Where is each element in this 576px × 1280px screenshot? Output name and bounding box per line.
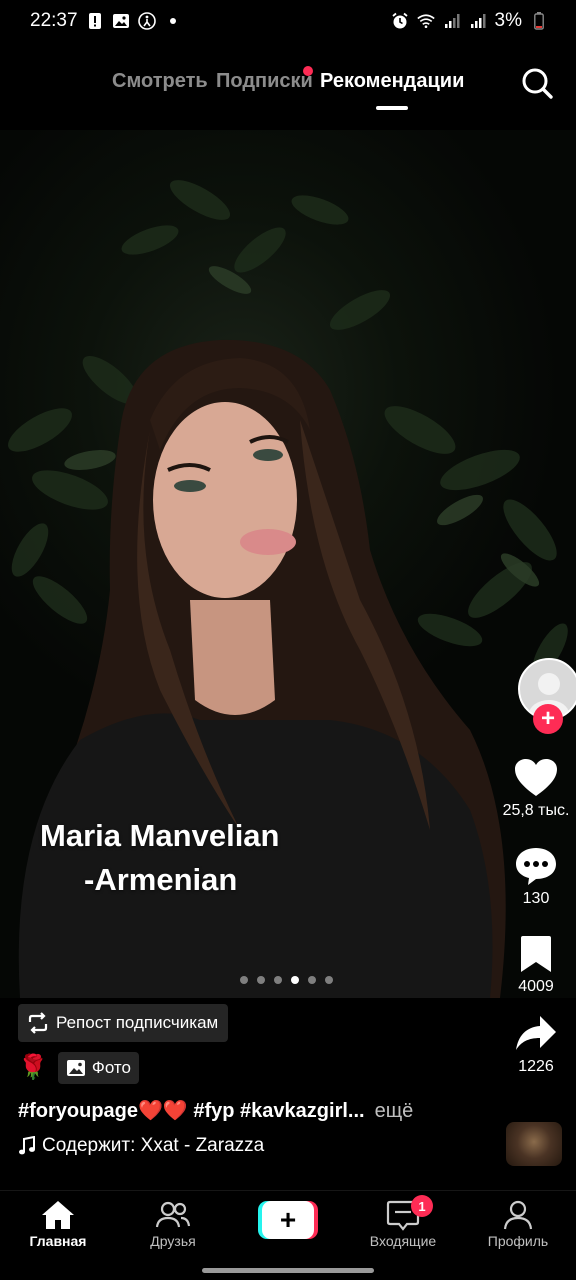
dot-icon — [164, 12, 182, 30]
caption-line-2: -Armenian — [84, 862, 238, 897]
share-arrow-icon — [516, 1016, 556, 1050]
share-button[interactable]: 1226 — [484, 1014, 576, 1076]
active-tab-indicator — [376, 106, 408, 110]
post-tags-row: 🌹 Фото — [18, 1052, 139, 1084]
music-label: Содержит: Xxat - Zarazza — [42, 1135, 265, 1156]
nav-profile[interactable]: Профиль — [468, 1199, 568, 1249]
subscriptions-notification-dot — [303, 66, 313, 76]
hashtags-text[interactable]: #foryoupage❤️❤️ #fyp #kavkazgirl... — [18, 1100, 365, 1122]
comment-icon — [516, 848, 556, 885]
tab-subscriptions[interactable]: Подписки — [216, 70, 313, 93]
comment-button[interactable]: 130 — [484, 846, 576, 908]
tab-watch[interactable]: Смотреть — [112, 70, 208, 93]
image-icon — [66, 1060, 85, 1076]
rose-emoji: 🌹 — [18, 1054, 48, 1081]
signal-icon — [443, 12, 461, 30]
image-icon — [112, 12, 130, 30]
home-indicator[interactable] — [202, 1268, 374, 1273]
status-left: 22:37 — [30, 10, 182, 32]
home-icon — [42, 1201, 74, 1229]
photo-badge-label: Фото — [91, 1058, 131, 1077]
repost-button[interactable]: Репост подписчикам — [18, 1004, 229, 1042]
bottom-navigation: Главная Друзья + Входящие 1 Профиль — [0, 1190, 576, 1280]
nav-inbox-label: Входящие — [369, 1233, 437, 1249]
save-count: 4009 — [518, 978, 554, 995]
slide-dot — [257, 976, 265, 984]
signal-icon — [469, 12, 487, 30]
music-disc-thumbnail[interactable] — [506, 1122, 562, 1166]
more-link[interactable]: ещё — [375, 1100, 414, 1122]
battery-low-icon — [530, 12, 548, 30]
like-button[interactable]: 25,8 тыс. — [484, 758, 576, 820]
repost-icon — [28, 1012, 48, 1034]
nav-friends[interactable]: Друзья — [123, 1199, 223, 1249]
music-info[interactable]: Содержит: Xxat - Zarazza — [18, 1135, 264, 1157]
nav-home-label: Главная — [29, 1233, 87, 1249]
create-button[interactable]: + — [258, 1201, 318, 1239]
music-note-icon — [19, 1136, 35, 1155]
slide-dot — [274, 976, 282, 984]
tab-recommendations[interactable]: Рекомендации — [320, 70, 464, 93]
save-button[interactable]: 4009 — [484, 934, 576, 996]
repost-label: Репост подписчикам — [56, 1013, 219, 1032]
alarm-icon — [391, 12, 409, 30]
slide-dot — [308, 976, 316, 984]
slide-dot-active — [291, 976, 299, 984]
accessibility-icon — [137, 12, 156, 30]
nav-inbox[interactable]: Входящие 1 — [353, 1195, 453, 1249]
slide-dot — [240, 976, 248, 984]
like-count: 25,8 тыс. — [502, 802, 570, 819]
post-hashtags[interactable]: #foryoupage❤️❤️ #fyp #kavkazgirl... ещё — [18, 1098, 413, 1123]
profile-icon — [503, 1200, 533, 1230]
share-count: 1226 — [518, 1058, 554, 1075]
search-icon[interactable] — [518, 64, 556, 102]
slide-indicator — [240, 976, 333, 984]
follow-button[interactable]: + — [533, 704, 563, 734]
photo-badge: Фото — [57, 1052, 139, 1084]
status-time: 22:37 — [30, 10, 78, 31]
alert-icon — [86, 12, 104, 30]
top-tabs: Смотреть Подписки Рекомендации — [0, 62, 576, 112]
wifi-icon — [416, 12, 435, 30]
caption-line-1: Maria Manvelian — [40, 818, 280, 853]
battery-percent: 3% — [494, 10, 522, 31]
plus-icon: + — [262, 1201, 314, 1239]
inbox-badge: 1 — [411, 1195, 433, 1217]
bookmark-icon — [521, 936, 551, 972]
slide-dot — [325, 976, 333, 984]
heart-icon — [515, 759, 557, 796]
status-bar: 22:37 3% — [0, 0, 576, 42]
photo-caption: Maria Manvelian -Armenian — [40, 814, 279, 902]
status-right: 3% — [391, 10, 548, 32]
nav-home[interactable]: Главная — [8, 1199, 108, 1249]
nav-friends-label: Друзья — [150, 1233, 196, 1249]
nav-profile-label: Профиль — [487, 1233, 549, 1249]
comment-count: 130 — [522, 890, 550, 907]
friends-icon — [155, 1201, 191, 1228]
